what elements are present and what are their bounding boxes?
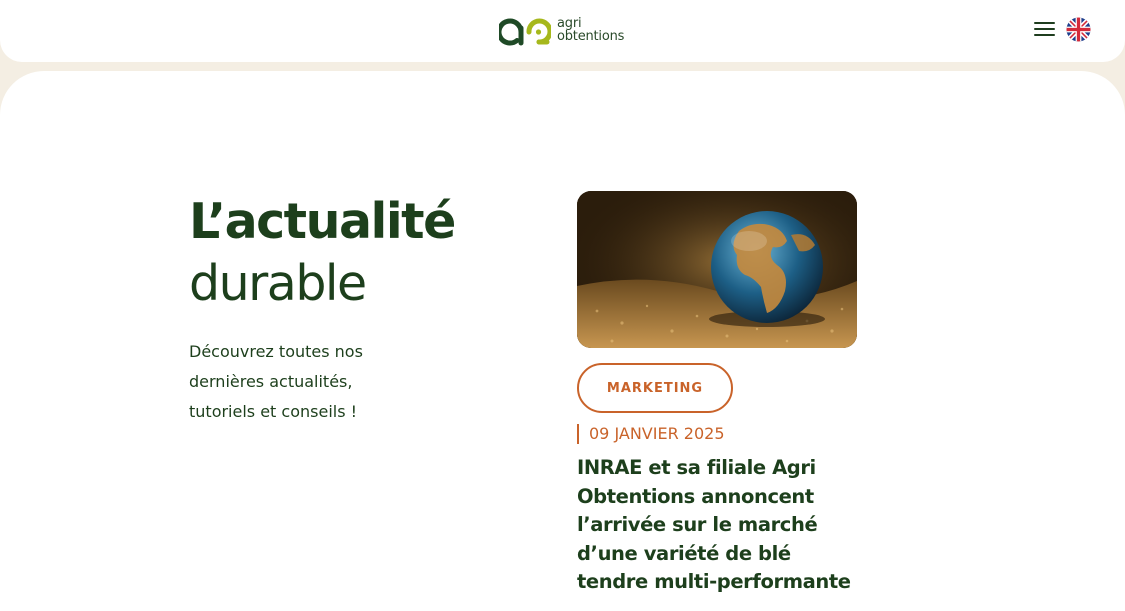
logo-mark-icon	[499, 18, 551, 46]
site-header: agri obtentions	[0, 0, 1125, 62]
article-image[interactable]	[577, 191, 857, 348]
logo-line-obtentions: obtentions	[557, 29, 625, 44]
category-button-marketing[interactable]: MARKETING	[577, 363, 733, 413]
article-title-link[interactable]: INRAE et sa filiale Agri Obtentions anno…	[577, 454, 862, 597]
article-date: 09 JANVIER 2025	[577, 424, 725, 444]
page-title-light: durable	[189, 255, 367, 312]
hamburger-menu-icon[interactable]	[1034, 20, 1056, 38]
logo-wordmark: agri obtentions	[557, 17, 624, 43]
main-content-panel	[0, 71, 1125, 611]
page-title-bold: L’actualité	[189, 193, 456, 250]
uk-flag-icon[interactable]	[1066, 17, 1091, 42]
agri-obtentions-logo[interactable]: agri obtentions	[499, 14, 629, 48]
globe-on-grain-illustration	[577, 191, 857, 348]
intro-text: Découvrez toutes nos dernières actualité…	[189, 342, 363, 421]
